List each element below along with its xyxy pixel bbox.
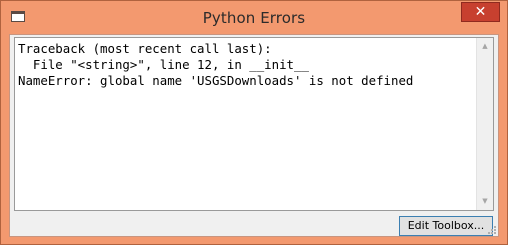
- error-output-textarea[interactable]: Traceback (most recent call last): File …: [14, 37, 494, 211]
- close-button[interactable]: ✕: [461, 2, 500, 22]
- error-text: Traceback (most recent call last): File …: [18, 41, 413, 89]
- title-bar[interactable]: Python Errors ✕: [1, 1, 507, 35]
- window-title: Python Errors: [202, 9, 306, 27]
- error-line: NameError: global name 'USGSDownloads' i…: [18, 73, 414, 88]
- python-errors-window: Python Errors ✕ Traceback (most recent c…: [0, 0, 508, 245]
- file-line: File "<string>", line 12, in __init__: [18, 57, 309, 72]
- edit-toolbox-button[interactable]: Edit Toolbox...: [399, 216, 493, 236]
- scroll-down-arrow-icon[interactable]: ▼: [477, 193, 493, 210]
- resize-grip-icon[interactable]: [488, 226, 497, 235]
- vertical-scrollbar[interactable]: ▲ ▼: [476, 38, 493, 210]
- window-client-area: Traceback (most recent call last): File …: [9, 34, 499, 237]
- scroll-up-arrow-icon[interactable]: ▲: [477, 38, 493, 55]
- traceback-line: Traceback (most recent call last):: [18, 41, 272, 56]
